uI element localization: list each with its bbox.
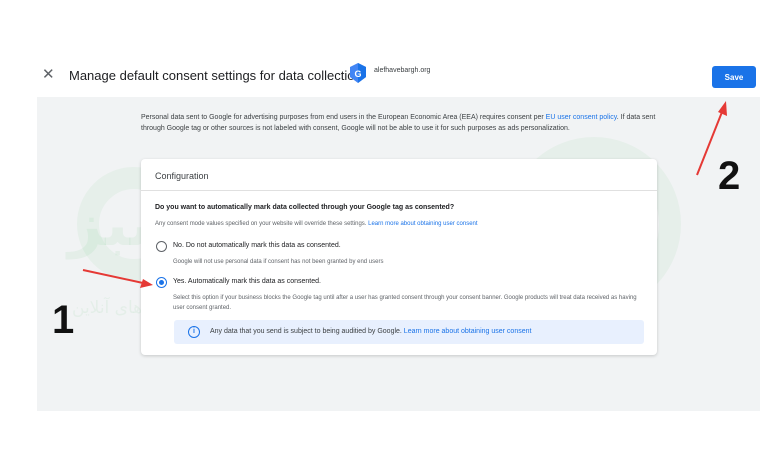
save-button[interactable]: Save bbox=[712, 66, 756, 88]
option-no-label[interactable]: No. Do not automatically mark this data … bbox=[173, 242, 341, 249]
intro-paragraph: Personal data sent to Google for adverti… bbox=[141, 112, 661, 134]
annotation-step-1: 1 bbox=[52, 298, 75, 342]
question-help: Any consent mode values specified on you… bbox=[155, 221, 478, 227]
option-no-description: Google will not use personal data if con… bbox=[173, 259, 384, 265]
annotation-step-2: 2 bbox=[718, 154, 741, 198]
account-name: alefhavebargh.org bbox=[374, 67, 431, 74]
configuration-card: Configuration Do you want to automatical… bbox=[141, 159, 657, 355]
card-title: Configuration bbox=[155, 171, 209, 181]
learn-more-consent-link[interactable]: Learn more about obtaining user consent bbox=[368, 221, 477, 227]
google-tag-letter: G bbox=[354, 69, 361, 79]
help-text: Any consent mode values specified on you… bbox=[155, 221, 369, 227]
info-text: Any data that you send is subject to bei… bbox=[210, 328, 531, 335]
radio-yes[interactable] bbox=[156, 277, 167, 288]
eu-consent-policy-link[interactable]: EU user consent policy bbox=[546, 114, 617, 121]
dialog-title: Manage default consent settings for data… bbox=[69, 68, 362, 83]
intro-text-before: Personal data sent to Google for adverti… bbox=[141, 114, 546, 121]
dialog-header: ✕ Manage default consent settings for da… bbox=[0, 55, 780, 97]
option-yes-label[interactable]: Yes. Automatically mark this data as con… bbox=[173, 278, 321, 285]
google-tag-icon: G bbox=[350, 63, 366, 83]
audit-info-banner: i Any data that you send is subject to b… bbox=[174, 320, 644, 344]
info-text-before: Any data that you send is subject to bei… bbox=[210, 328, 404, 335]
close-icon[interactable]: ✕ bbox=[42, 67, 55, 83]
card-divider bbox=[141, 190, 657, 191]
info-learn-more-link[interactable]: Learn more about obtaining user consent bbox=[404, 328, 532, 335]
info-icon: i bbox=[188, 326, 200, 338]
consent-question: Do you want to automatically mark data c… bbox=[155, 204, 455, 211]
radio-no[interactable] bbox=[156, 241, 167, 252]
option-yes-description: Select this option if your business bloc… bbox=[173, 295, 637, 311]
